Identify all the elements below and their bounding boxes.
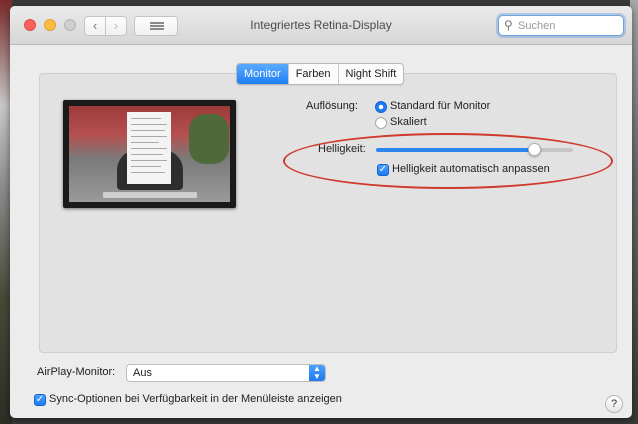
- forward-button[interactable]: ›: [105, 16, 127, 36]
- resolution-default-radio[interactable]: [375, 101, 387, 113]
- tab-monitor[interactable]: Monitor: [237, 64, 288, 84]
- window-title: Integriertes Retina-Display: [250, 18, 392, 32]
- magnifier-icon: ⚲: [504, 18, 513, 32]
- grid-icon: [150, 22, 164, 24]
- preview-window: [127, 112, 171, 184]
- tab-night-shift[interactable]: Night Shift: [337, 64, 404, 84]
- airplay-dropdown-value: Aus: [133, 367, 152, 379]
- sync-options-checkbox[interactable]: ✓: [34, 394, 46, 406]
- title-bar: ‹ › Integriertes Retina-Display ⚲: [10, 6, 632, 45]
- resolution-scaled-radio[interactable]: [375, 117, 387, 129]
- sync-options-label[interactable]: Sync-Optionen bei Verfügbarkeit in der M…: [49, 393, 342, 405]
- airplay-label: AirPlay-Monitor:: [37, 366, 116, 378]
- system-preferences-window: ‹ › Integriertes Retina-Display ⚲ Monito…: [10, 6, 632, 418]
- preview-dock: [103, 192, 197, 198]
- back-button[interactable]: ‹: [84, 16, 106, 36]
- display-preview: [63, 100, 236, 208]
- zoom-window-button[interactable]: [64, 19, 76, 31]
- help-button[interactable]: ?: [605, 395, 623, 413]
- airplay-dropdown[interactable]: Aus ▲ ▼: [126, 364, 326, 382]
- show-all-button[interactable]: [134, 16, 178, 36]
- chevron-right-icon: ›: [113, 18, 119, 33]
- resolution-default-label[interactable]: Standard für Monitor: [390, 100, 490, 112]
- resolution-scaled-label[interactable]: Skaliert: [390, 116, 427, 128]
- minimize-window-button[interactable]: [44, 19, 56, 31]
- search-input[interactable]: [518, 18, 618, 33]
- search-field[interactable]: ⚲: [498, 15, 624, 36]
- highlight-annotation: [283, 133, 613, 189]
- close-window-button[interactable]: [24, 19, 36, 31]
- resolution-label: Auflösung:: [306, 100, 358, 112]
- updown-arrows-icon: ▲ ▼: [309, 365, 325, 381]
- tab-farben[interactable]: Farben: [287, 64, 338, 84]
- tab-bar: Monitor Farben Night Shift: [236, 63, 405, 85]
- display-preview-screen: [69, 106, 230, 202]
- chevron-left-icon: ‹: [92, 18, 98, 33]
